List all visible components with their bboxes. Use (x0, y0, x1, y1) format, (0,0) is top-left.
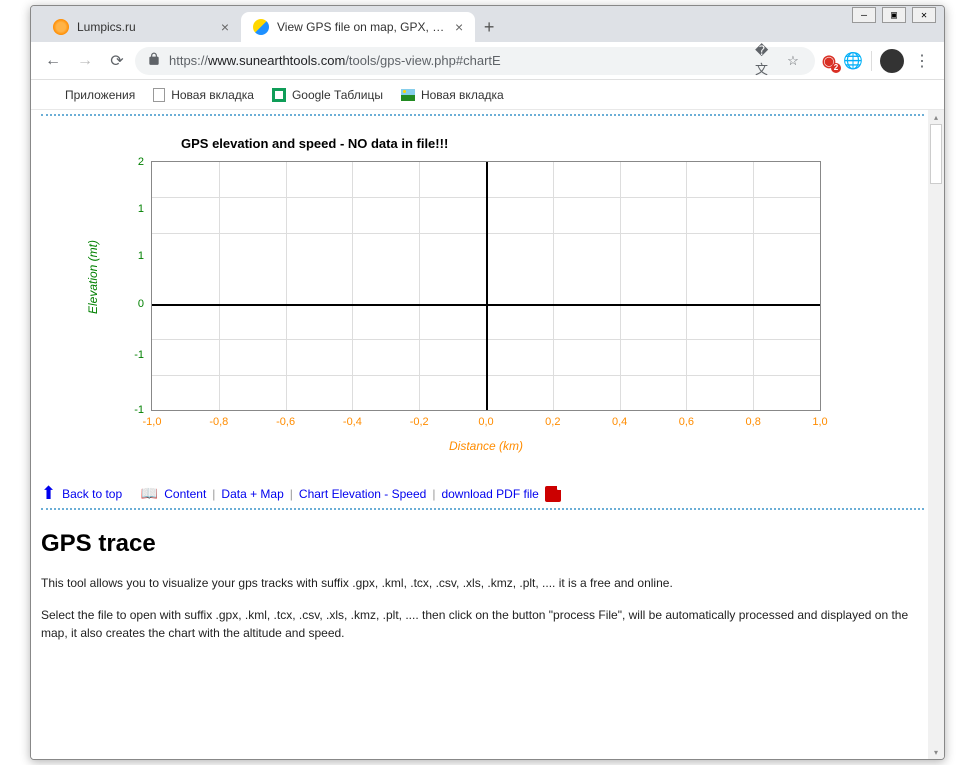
x-tick: -0,8 (209, 416, 228, 428)
x-tick: 0,0 (478, 416, 493, 428)
tab-lumpics[interactable]: Lumpics.ru × (41, 12, 241, 42)
chart-container: GPS elevation and speed - NO data in fil… (121, 136, 924, 453)
content-link[interactable]: Content (164, 487, 206, 501)
pdf-icon (545, 486, 561, 502)
url-bar[interactable]: https://www.sunearthtools.com/tools/gps-… (135, 47, 815, 75)
bookmark-label: Новая вкладка (171, 88, 254, 102)
y-tick: 1 (138, 203, 144, 215)
back-to-top-link[interactable]: Back to top (62, 487, 122, 501)
favicon-icon (53, 19, 69, 35)
intro-paragraph-1: This tool allows you to visualize your g… (41, 574, 924, 592)
x-tick: -0,2 (410, 416, 429, 428)
scrollbar[interactable]: ▴ ▾ (928, 110, 944, 759)
avatar[interactable] (880, 49, 904, 73)
minimize-button[interactable]: — (852, 7, 876, 23)
pdf-link[interactable]: download PDF file (441, 487, 538, 501)
extension-icon[interactable]: ◉ (819, 51, 839, 71)
page-icon (153, 88, 165, 102)
menu-button[interactable]: ⋮ (908, 47, 936, 75)
apps-icon (43, 87, 59, 103)
bookmark-label: Приложения (65, 88, 135, 102)
favicon-icon (253, 19, 269, 35)
chart-title: GPS elevation and speed - NO data in fil… (181, 136, 924, 151)
page-nav-links: ⬆ Back to top 📖 Content | Data + Map | C… (41, 483, 924, 504)
scroll-up-icon[interactable]: ▴ (930, 110, 942, 124)
y-tick: 0 (138, 298, 144, 310)
window-controls: — ▣ ✕ (844, 5, 944, 27)
new-tab-button[interactable]: + (475, 13, 503, 41)
divider (41, 508, 924, 510)
toolbar: ← → ⟳ https://www.sunearthtools.com/tool… (31, 42, 944, 80)
scrollbar-thumb[interactable] (930, 124, 942, 184)
intro-paragraph-2: Select the file to open with suffix .gpx… (41, 606, 924, 642)
chart-plot: 2 1 1 0 -1 -1 -1,0 -0,8 -0,6 -0,4 -0,2 0… (151, 161, 821, 411)
x-tick: 0,2 (545, 416, 560, 428)
browser-window: — ▣ ✕ Lumpics.ru × View GPS file on map,… (30, 5, 945, 760)
translate-icon[interactable]: �文 (755, 51, 775, 71)
page-heading: GPS trace (41, 530, 924, 558)
x-tick: 1,0 (812, 416, 827, 428)
bookmark-label: Google Таблицы (292, 88, 383, 102)
chart-link[interactable]: Chart Elevation - Speed (299, 487, 426, 501)
data-map-link[interactable]: Data + Map (221, 487, 283, 501)
x-tick: -0,6 (276, 416, 295, 428)
close-icon[interactable]: × (221, 19, 229, 35)
scroll-down-icon[interactable]: ▾ (930, 745, 942, 759)
close-icon[interactable]: × (455, 19, 463, 35)
arrow-up-icon: ⬆ (41, 483, 56, 504)
tab-title: View GPS file on map, GPX, KML (277, 20, 447, 34)
y-tick: -1 (134, 349, 144, 361)
bookmark-newtab1[interactable]: Новая вкладка (153, 88, 254, 102)
forward-button[interactable]: → (71, 47, 99, 75)
y-tick: 2 (138, 156, 144, 168)
url-text: https://www.sunearthtools.com/tools/gps-… (169, 53, 501, 68)
bookmark-newtab2[interactable]: Новая вкладка (401, 88, 504, 102)
close-button[interactable]: ✕ (912, 7, 936, 23)
tab-gpsview[interactable]: View GPS file on map, GPX, KML × (241, 12, 475, 42)
book-icon: 📖 (141, 485, 158, 502)
reload-button[interactable]: ⟳ (103, 47, 131, 75)
bookmark-sheets[interactable]: Google Таблицы (272, 88, 383, 102)
image-icon (401, 89, 415, 101)
bookmark-apps[interactable]: Приложения (43, 87, 135, 103)
tab-title: Lumpics.ru (77, 20, 136, 34)
x-tick: -0,4 (343, 416, 362, 428)
maximize-button[interactable]: ▣ (882, 7, 906, 23)
page-content: ▴ ▾ GPS elevation and speed - NO data in… (31, 110, 944, 759)
y-axis-zero (486, 162, 488, 410)
y-axis-label: Elevation (mt) (86, 239, 100, 313)
x-tick: 0,4 (612, 416, 627, 428)
bookmarks-bar: Приложения Новая вкладка Google Таблицы … (31, 80, 944, 110)
star-icon[interactable]: ☆ (783, 51, 803, 71)
back-button[interactable]: ← (39, 47, 67, 75)
x-tick: 0,8 (746, 416, 761, 428)
divider (41, 114, 924, 116)
x-axis-label: Distance (km) (151, 439, 821, 453)
x-tick: 0,6 (679, 416, 694, 428)
lock-icon (147, 52, 161, 69)
tab-strip: Lumpics.ru × View GPS file on map, GPX, … (31, 6, 944, 42)
sheets-icon (272, 88, 286, 102)
y-tick: 1 (138, 250, 144, 262)
y-tick: -1 (134, 404, 144, 416)
globe-icon[interactable]: 🌐 (843, 51, 863, 71)
x-tick: -1,0 (143, 416, 162, 428)
bookmark-label: Новая вкладка (421, 88, 504, 102)
